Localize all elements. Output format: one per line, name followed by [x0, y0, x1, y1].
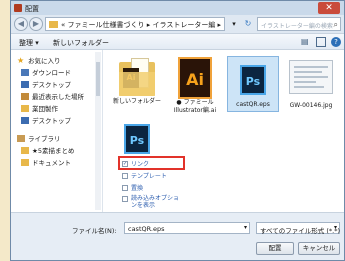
- option-label: テンプレート: [131, 173, 167, 180]
- file-item-jpg[interactable]: GW-00146.jpg: [285, 54, 337, 116]
- photoshop-file-icon: Ps: [124, 124, 150, 154]
- sidebar-item-label: 最近表示した場所: [32, 93, 84, 101]
- chevron-down-icon[interactable]: ▾: [227, 17, 241, 31]
- address-row: ◀ ▶ « ファミール仕様書づくり ▸ イラストレーター編 ▸ ▾ ↻ イラスト…: [11, 15, 344, 33]
- sidebar-item-label: 業団製作: [32, 105, 58, 113]
- sidebar-item-label: ダウンロード: [32, 69, 71, 77]
- search-icon: ⌕: [333, 20, 338, 29]
- file-name: ● ファミール Illustrator編.ai: [173, 99, 217, 114]
- file-name: castQR.eps: [236, 101, 270, 108]
- dialog-footer: ファイル名(N): castQR.eps ▾ すべてのファイル形式 (*.*) …: [11, 212, 344, 260]
- illustrator-app-icon: [14, 4, 22, 12]
- window-title: 配置: [25, 5, 39, 13]
- folder-icon: Ai: [119, 58, 155, 98]
- organize-button[interactable]: 整理 ▾: [19, 38, 39, 48]
- page-margin: [0, 0, 10, 261]
- chevron-down-icon[interactable]: ▾: [244, 224, 247, 231]
- file-item-folder[interactable]: Ai 新しいフォルダー: [111, 54, 163, 116]
- navigation-pane: ★ お気に入り ダウンロード デスクトップ 最近表示した場所 業団製作 デスクト…: [11, 50, 103, 212]
- image-thumbnail: [289, 60, 333, 94]
- close-icon[interactable]: ✕: [318, 2, 340, 14]
- option-label: 置換: [131, 185, 144, 192]
- filename-field[interactable]: castQR.eps ▾: [124, 222, 250, 234]
- desktop-icon: [21, 116, 29, 124]
- sidebar-item-label: デスクトップ: [32, 81, 71, 89]
- help-icon[interactable]: ?: [331, 37, 341, 47]
- place-button[interactable]: 配置: [256, 242, 294, 255]
- highlight-box: [118, 156, 185, 170]
- sidebar-item-label: ライブラリ: [28, 135, 61, 143]
- illustrator-file-icon: Ai: [178, 57, 212, 99]
- new-folder-button[interactable]: 新しいフォルダー: [53, 38, 109, 48]
- forward-button[interactable]: ▶: [29, 17, 43, 31]
- chevron-down-icon[interactable]: ▾: [334, 224, 337, 231]
- folder-icon: [49, 21, 58, 28]
- star-icon: ★: [17, 55, 25, 65]
- file-item-eps[interactable]: Ps castQR.eps: [227, 56, 279, 112]
- recent-places-icon: [21, 92, 29, 100]
- nav-scrollbar-thumb[interactable]: [96, 62, 100, 96]
- download-icon: [21, 68, 29, 76]
- option-import-options[interactable]: 読み込みオプションを表示: [122, 195, 183, 211]
- file-item-ai[interactable]: Ai ● ファミール Illustrator編.ai: [169, 54, 221, 116]
- checkbox-icon[interactable]: [122, 196, 128, 202]
- sidebar-item-label: ドキュメント: [32, 159, 71, 167]
- refresh-icon[interactable]: ↻: [241, 17, 255, 31]
- sidebar-item-label: デスクトップ: [32, 117, 71, 125]
- file-item-ps[interactable]: Ps: [111, 124, 163, 158]
- filename-value: castQR.eps: [128, 225, 165, 233]
- sidebar-item-libraries[interactable]: ライブラリ: [17, 132, 61, 144]
- sidebar-item-label: お気に入り: [28, 57, 61, 65]
- filetype-select[interactable]: すべてのファイル形式 (*.*) ▾: [256, 222, 340, 235]
- sidebar-item-label: ★5素描まとめ: [32, 147, 75, 155]
- sidebar-item-lib-folder[interactable]: ★5素描まとめ: [21, 144, 74, 156]
- option-replace[interactable]: 置換: [122, 183, 143, 192]
- cancel-button[interactable]: キャンセル: [298, 242, 340, 255]
- title-bar: 配置 ✕: [11, 1, 344, 15]
- sidebar-item-recent[interactable]: 最近表示した場所: [21, 90, 84, 102]
- search-input[interactable]: イラストレーター編の検索 ⌕: [257, 17, 341, 31]
- option-label: 読み込みオプションを表示: [131, 195, 180, 209]
- documents-icon: [21, 158, 29, 166]
- search-placeholder: イラストレーター編の検索: [261, 23, 333, 30]
- file-name: 新しいフォルダー: [112, 98, 161, 105]
- sidebar-item-desktop-2[interactable]: デスクトップ: [21, 114, 71, 126]
- place-dialog: 配置 ✕ ◀ ▶ « ファミール仕様書づくり ▸ イラストレーター編 ▸ ▾ ↻…: [10, 0, 345, 261]
- command-bar: 整理 ▾ 新しいフォルダー ▤ ?: [11, 33, 344, 50]
- option-template[interactable]: テンプレート: [122, 171, 167, 180]
- folder-icon: [21, 146, 29, 154]
- sidebar-item-documents[interactable]: ドキュメント: [21, 156, 71, 168]
- photoshop-file-icon: Ps: [240, 65, 266, 95]
- view-options-icon[interactable]: ▤: [301, 37, 313, 47]
- file-name: GW-00146.jpg: [289, 102, 333, 109]
- breadcrumb[interactable]: « ファミール仕様書づくり ▸ イラストレーター編 ▸: [61, 20, 221, 30]
- back-button[interactable]: ◀: [14, 17, 28, 31]
- sidebar-item-project[interactable]: 業団製作: [21, 102, 58, 114]
- library-icon: [17, 134, 25, 142]
- desktop-icon: [21, 80, 29, 88]
- checkbox-icon[interactable]: [122, 172, 128, 179]
- folder-icon: [21, 104, 29, 112]
- checkbox-icon[interactable]: [122, 184, 128, 191]
- sidebar-item-downloads[interactable]: ダウンロード: [21, 66, 71, 78]
- filename-label: ファイル名(N):: [72, 227, 117, 235]
- address-bar[interactable]: « ファミール仕様書づくり ▸ イラストレーター編 ▸: [45, 17, 225, 31]
- sidebar-item-desktop[interactable]: デスクトップ: [21, 78, 71, 90]
- preview-pane-icon[interactable]: [316, 37, 326, 47]
- filetype-value: すべてのファイル形式 (*.*): [260, 227, 340, 235]
- sidebar-item-favorites[interactable]: ★ お気に入り: [17, 54, 61, 66]
